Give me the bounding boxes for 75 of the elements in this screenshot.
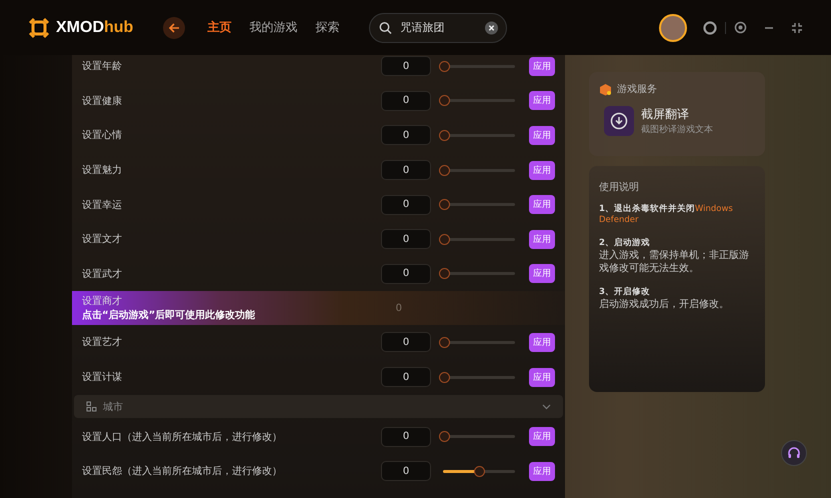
slider-thumb[interactable] bbox=[439, 268, 450, 280]
value-field[interactable]: 0 bbox=[381, 229, 431, 250]
service-description: 截图秒译游戏文本 bbox=[641, 124, 713, 136]
back-button[interactable] bbox=[163, 16, 186, 38]
apply-button[interactable]: 应用 bbox=[529, 230, 555, 249]
arrow-icon bbox=[168, 22, 180, 34]
value-field[interactable]: 0 bbox=[381, 332, 431, 352]
setting-label: 设置人口（进入当前所在城市后，进行修改） bbox=[82, 430, 283, 444]
value-field[interactable]: 0 bbox=[381, 461, 431, 482]
chevron-icon bbox=[542, 404, 551, 410]
section-title: 城市 bbox=[103, 400, 124, 414]
search-field[interactable]: 咒语旅团 bbox=[369, 12, 508, 42]
apply-button[interactable]: 应用 bbox=[529, 126, 555, 145]
apply-button[interactable]: 应用 bbox=[529, 160, 555, 180]
apply-button[interactable]: 应用 bbox=[529, 264, 555, 284]
slider-thumb[interactable] bbox=[439, 60, 450, 72]
setting-label: 设置心情 bbox=[82, 128, 123, 142]
apply-button[interactable]: 应用 bbox=[529, 462, 555, 481]
nav-tab[interactable]: 探索 bbox=[315, 19, 340, 36]
setting-label: 设置年龄 bbox=[82, 60, 123, 74]
setting-label: 设置商才 bbox=[82, 294, 123, 308]
value-field[interactable]: 0 bbox=[381, 194, 431, 215]
value-field[interactable]: 0 bbox=[381, 160, 431, 180]
value-text: 0 bbox=[396, 302, 402, 314]
headset-button[interactable] bbox=[781, 440, 807, 466]
setting-label: 设置幸运 bbox=[82, 198, 123, 212]
value-field[interactable]: 0 bbox=[381, 426, 431, 447]
step-title: 1、退出杀毒软件并关闭Windows Defender bbox=[599, 204, 734, 226]
apply-button[interactable]: 应用 bbox=[529, 195, 555, 214]
value-field[interactable]: 0 bbox=[381, 367, 431, 388]
setting-label: 设置民怨（进入当前所在城市后，进行修改） bbox=[82, 464, 283, 478]
slider-thumb[interactable] bbox=[439, 431, 450, 442]
apply-button[interactable]: 应用 bbox=[529, 56, 555, 76]
value-field[interactable]: 0 bbox=[381, 125, 431, 146]
step-title: 2、启动游戏 bbox=[599, 238, 651, 250]
setting-label: 设置艺才 bbox=[82, 336, 123, 350]
lock-message: 点击“启动游戏”后即可使用此修改功能 bbox=[82, 308, 256, 322]
grid-icon bbox=[86, 401, 97, 412]
slider-thumb[interactable] bbox=[439, 372, 450, 383]
service-name[interactable]: 截屏翻译 bbox=[641, 106, 713, 123]
section-header[interactable]: 城市 bbox=[74, 395, 563, 418]
slider-thumb[interactable] bbox=[439, 234, 450, 245]
card-title: 游戏服务 bbox=[617, 82, 657, 96]
apply-button[interactable]: 应用 bbox=[529, 91, 555, 110]
slider-thumb[interactable] bbox=[474, 466, 484, 477]
clear-icon[interactable] bbox=[485, 21, 498, 34]
nav-tab[interactable]: 主页 bbox=[207, 19, 232, 36]
apply-button[interactable]: 应用 bbox=[529, 368, 555, 387]
step-title: 3、开启修改 bbox=[599, 287, 651, 298]
avatar-icon[interactable] bbox=[659, 14, 687, 42]
card-title: 使用说明 bbox=[599, 181, 640, 194]
slider-thumb[interactable] bbox=[439, 130, 450, 141]
box-icon bbox=[599, 82, 612, 96]
logo-icon bbox=[28, 16, 50, 38]
step-text: 进入游戏，需保持单机；非正版游戏修改可能无法生效。 bbox=[599, 249, 750, 276]
setting-label: 设置计谋 bbox=[82, 370, 123, 384]
value-field[interactable]: 0 bbox=[381, 90, 431, 111]
slider-thumb[interactable] bbox=[439, 164, 450, 176]
apply-button[interactable]: 应用 bbox=[529, 332, 555, 352]
slider-thumb[interactable] bbox=[439, 95, 450, 106]
slider-thumb[interactable] bbox=[439, 336, 450, 348]
download-icon[interactable] bbox=[604, 106, 634, 136]
setting-label: 设置武才 bbox=[82, 268, 123, 281]
slider-thumb[interactable] bbox=[439, 199, 450, 210]
setting-label: 设置魅力 bbox=[82, 164, 123, 178]
nav-tab[interactable]: 我的游戏 bbox=[249, 19, 298, 36]
value-field[interactable]: 0 bbox=[381, 264, 431, 284]
fullscreen-icon[interactable] bbox=[791, 22, 803, 34]
brand-name: XMODhub bbox=[56, 18, 134, 36]
value-field[interactable]: 0 bbox=[381, 56, 431, 76]
step-text: 启动游戏成功后，开启修改。 bbox=[599, 298, 730, 312]
target-icon[interactable] bbox=[734, 21, 747, 34]
setting-label: 设置健康 bbox=[82, 94, 123, 108]
apply-button[interactable]: 应用 bbox=[529, 427, 555, 446]
setting-label: 设置文才 bbox=[82, 232, 123, 246]
